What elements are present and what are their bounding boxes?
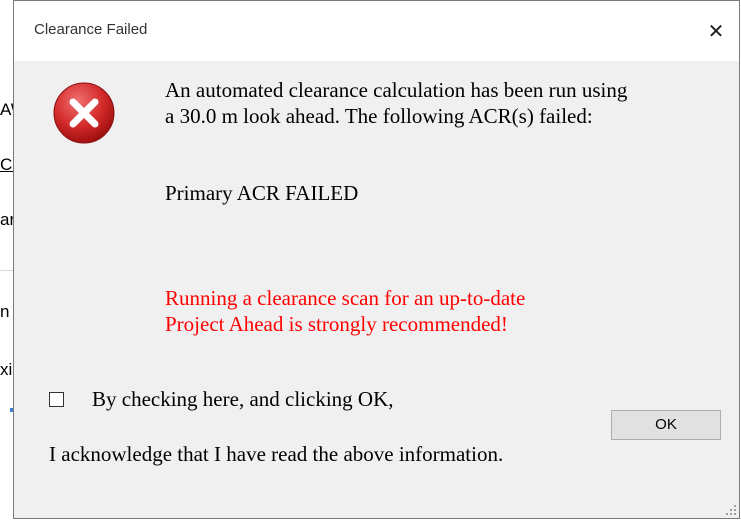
failed-acr-text: Primary ACR FAILED [165,181,359,205]
clearance-failed-dialog: Clearance Failed ✕ An automated clearanc… [13,0,740,519]
acknowledge-checkbox-row[interactable]: By checking here, and clicking OK, [49,387,394,412]
dialog-titlebar: Clearance Failed ✕ [14,1,739,61]
message-text: An automated clearance calculation has b… [165,77,725,129]
warning-line: Project Ahead is strongly recommended! [165,312,508,336]
message-line: An automated clearance calculation has b… [165,78,628,102]
error-icon [53,82,115,144]
resize-grip-icon[interactable] [725,504,737,516]
close-button[interactable]: ✕ [693,1,739,61]
background-text-fragment: xi [0,360,13,379]
dialog-title: Clearance Failed [34,21,148,38]
acknowledge-text: I acknowledge that I have read the above… [49,442,504,466]
acknowledge-checkbox[interactable] [49,392,64,407]
warning-line: Running a clearance scan for an up-to-da… [165,286,526,310]
checkbox-label: By checking here, and clicking OK, [92,387,394,411]
close-icon: ✕ [707,19,725,43]
ok-button[interactable]: OK [611,410,721,440]
message-line: a 30.0 m look ahead. The following ACR(s… [165,104,593,128]
warning-text: Running a clearance scan for an up-to-da… [165,285,525,337]
